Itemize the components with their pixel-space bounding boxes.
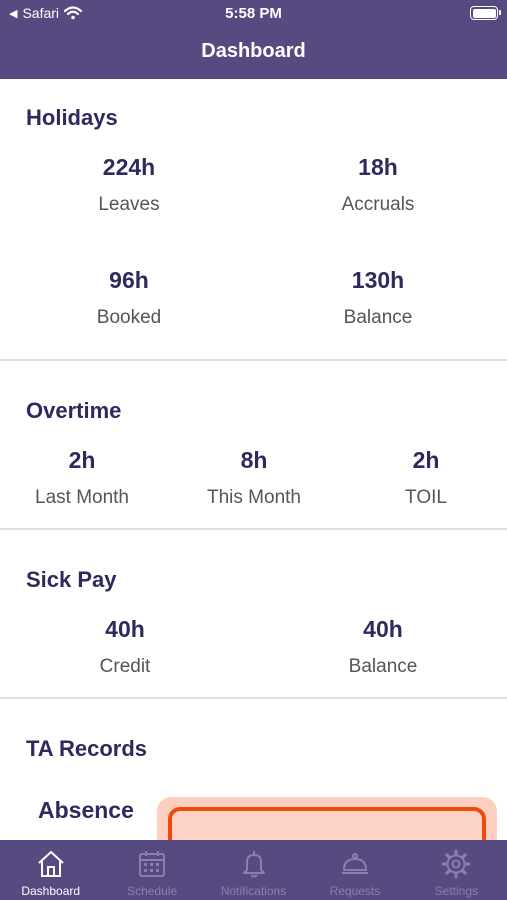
stat-leaves: 224h Leaves	[98, 154, 159, 216]
stat-value: 96h	[109, 267, 149, 293]
stat-last-month: 2h Last Month	[35, 447, 129, 509]
tab-label: Notifications	[220, 884, 287, 898]
stat-label: Balance	[343, 307, 413, 328]
app-header: ◀ Safari 5:58 PM Dashboard	[0, 0, 507, 79]
overtime-section: Overtime 2h Last Month 8h This Month 2h …	[0, 361, 507, 530]
stat-value: 130h	[351, 267, 405, 293]
calendar-icon	[139, 851, 166, 877]
tab-label: Settings	[434, 884, 478, 898]
tab-label: Requests	[329, 884, 381, 898]
stat-label: Leaves	[98, 194, 160, 215]
status-bar: ◀ Safari 5:58 PM	[0, 0, 507, 28]
stat-label: Balance	[348, 656, 418, 677]
stat-label: Last Month	[35, 487, 129, 508]
tab-requests[interactable]: Requests	[304, 840, 405, 900]
stat-value: 40h	[363, 616, 403, 642]
tab-schedule[interactable]: Schedule	[101, 840, 202, 900]
stat-value: 18h	[358, 154, 398, 180]
stat-credit: 40h Credit	[100, 616, 151, 678]
stat-this-month: 8h This Month	[207, 447, 301, 509]
sick-pay-section: Sick Pay 40h Credit 40h Balance	[0, 530, 507, 699]
stat-booked: 96h Booked	[97, 267, 161, 329]
gear-icon	[441, 849, 471, 879]
absence-label: Absence	[38, 797, 134, 823]
tab-notifications[interactable]: Notifications	[203, 840, 304, 900]
stat-toil: 2h TOIL	[405, 447, 447, 509]
stat-label: Credit	[99, 656, 151, 677]
stat-label: TOIL	[405, 487, 447, 508]
stat-accruals: 18h Accruals	[342, 154, 415, 216]
stat-label: Booked	[96, 307, 162, 328]
stat-label: Accruals	[341, 194, 415, 215]
bell-icon	[242, 851, 265, 878]
tab-settings[interactable]: Settings	[406, 840, 507, 900]
holidays-title: Holidays	[26, 105, 118, 130]
home-icon	[38, 851, 64, 877]
ta-records-title: TA Records	[26, 736, 148, 761]
service-bell-icon	[341, 853, 368, 874]
stat-value: 2h	[412, 447, 440, 473]
status-time: 5:58 PM	[225, 5, 282, 22]
stat-value: 8h	[240, 447, 268, 473]
page-title: Dashboard	[201, 40, 306, 62]
stat-value: 2h	[68, 447, 96, 473]
stat-value: 40h	[105, 616, 145, 642]
stat-value: 224h	[102, 154, 156, 180]
stat-label: This Month	[207, 487, 301, 508]
stat-sick-balance: 40h Balance	[349, 616, 418, 678]
holidays-section: Holidays 224h Leaves 18h Accruals 96h Bo…	[0, 79, 507, 361]
tab-dashboard[interactable]: Dashboard	[0, 840, 101, 900]
stat-balance: 130h Balance	[344, 267, 413, 329]
sick-pay-title: Sick Pay	[26, 567, 117, 592]
tab-label: Schedule	[127, 884, 178, 898]
tab-bar: Dashboard Schedule Notifications Request…	[0, 840, 507, 900]
tab-label: Dashboard	[21, 884, 81, 898]
overtime-title: Overtime	[26, 398, 122, 423]
battery-icon	[470, 6, 501, 20]
